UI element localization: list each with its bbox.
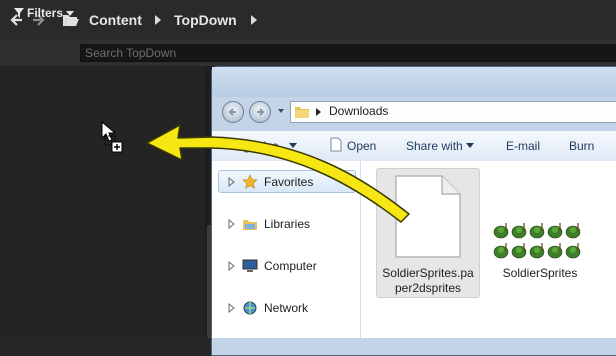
open-label: Open: [347, 139, 377, 153]
star-icon: [242, 174, 258, 189]
sprite-sheet-thumbnail: [493, 223, 581, 259]
recent-pages-dropdown-icon[interactable]: [276, 104, 286, 118]
breadcrumb-separator-icon[interactable]: [251, 10, 257, 30]
folder-icon: [295, 107, 309, 118]
email-label: E-mail: [506, 139, 541, 153]
filters-label: Filters: [27, 6, 64, 20]
document-icon: [395, 175, 461, 258]
file-name: SoldierSprites.pa per2dsprites: [378, 266, 478, 296]
computer-label: Computer: [264, 259, 317, 273]
back-arrow-icon: [228, 108, 236, 116]
network-icon: [243, 301, 257, 315]
address-separator-icon[interactable]: [316, 108, 321, 116]
drag-copy-cursor: [101, 121, 123, 153]
email-button[interactable]: E-mail: [506, 139, 540, 153]
address-downloads[interactable]: Downloads: [329, 104, 388, 118]
chevron-down-icon[interactable]: [289, 143, 297, 148]
file-name-line: per2dsprites: [394, 281, 462, 295]
organize-label: Organize: [230, 139, 279, 153]
forward-button[interactable]: [249, 101, 271, 123]
open-file-icon[interactable]: [330, 137, 342, 152]
favorites-label: Favorites: [264, 175, 314, 189]
funnel-icon: [14, 8, 24, 18]
open-button[interactable]: Open: [347, 139, 376, 153]
filters-button[interactable]: Filters: [14, 5, 75, 21]
forward-arrow-icon: [257, 108, 265, 116]
share-with-label: Share with: [406, 139, 463, 153]
file-name-line: SoldierSprites.pa: [382, 266, 474, 280]
breadcrumb-separator-icon[interactable]: [155, 10, 161, 30]
chevron-down-icon[interactable]: [466, 143, 474, 148]
expand-arrow-icon[interactable]: [228, 177, 236, 187]
nav-item-favorites[interactable]: Favorites: [228, 174, 313, 190]
explorer-titlebar[interactable]: [212, 67, 616, 97]
chevron-down-icon: [66, 10, 75, 16]
network-label: Network: [264, 301, 309, 315]
nav-item-libraries[interactable]: Libraries: [228, 216, 310, 232]
back-button[interactable]: [222, 101, 244, 123]
organize-button[interactable]: Organize: [230, 139, 279, 153]
search-input[interactable]: Search TopDown: [80, 44, 616, 62]
expand-arrow-icon[interactable]: [228, 303, 236, 313]
share-with-button[interactable]: Share with: [406, 139, 463, 153]
breadcrumb-topdown[interactable]: TopDown: [174, 10, 237, 30]
expand-arrow-icon[interactable]: [228, 219, 236, 229]
computer-icon: [242, 259, 258, 272]
breadcrumb-content[interactable]: Content: [89, 10, 142, 30]
expand-arrow-icon[interactable]: [228, 261, 236, 271]
asset-panel[interactable]: [0, 66, 206, 338]
breadcrumb-label: Content: [89, 12, 142, 28]
nav-item-network[interactable]: Network: [228, 300, 308, 316]
breadcrumb-label: TopDown: [174, 12, 237, 28]
libraries-label: Libraries: [264, 217, 311, 231]
file-name: SoldierSprites: [502, 266, 578, 280]
nav-item-computer[interactable]: Computer: [228, 258, 317, 274]
burn-label: Burn: [569, 139, 595, 153]
libraries-icon: [243, 220, 257, 230]
burn-button[interactable]: Burn: [569, 139, 594, 153]
